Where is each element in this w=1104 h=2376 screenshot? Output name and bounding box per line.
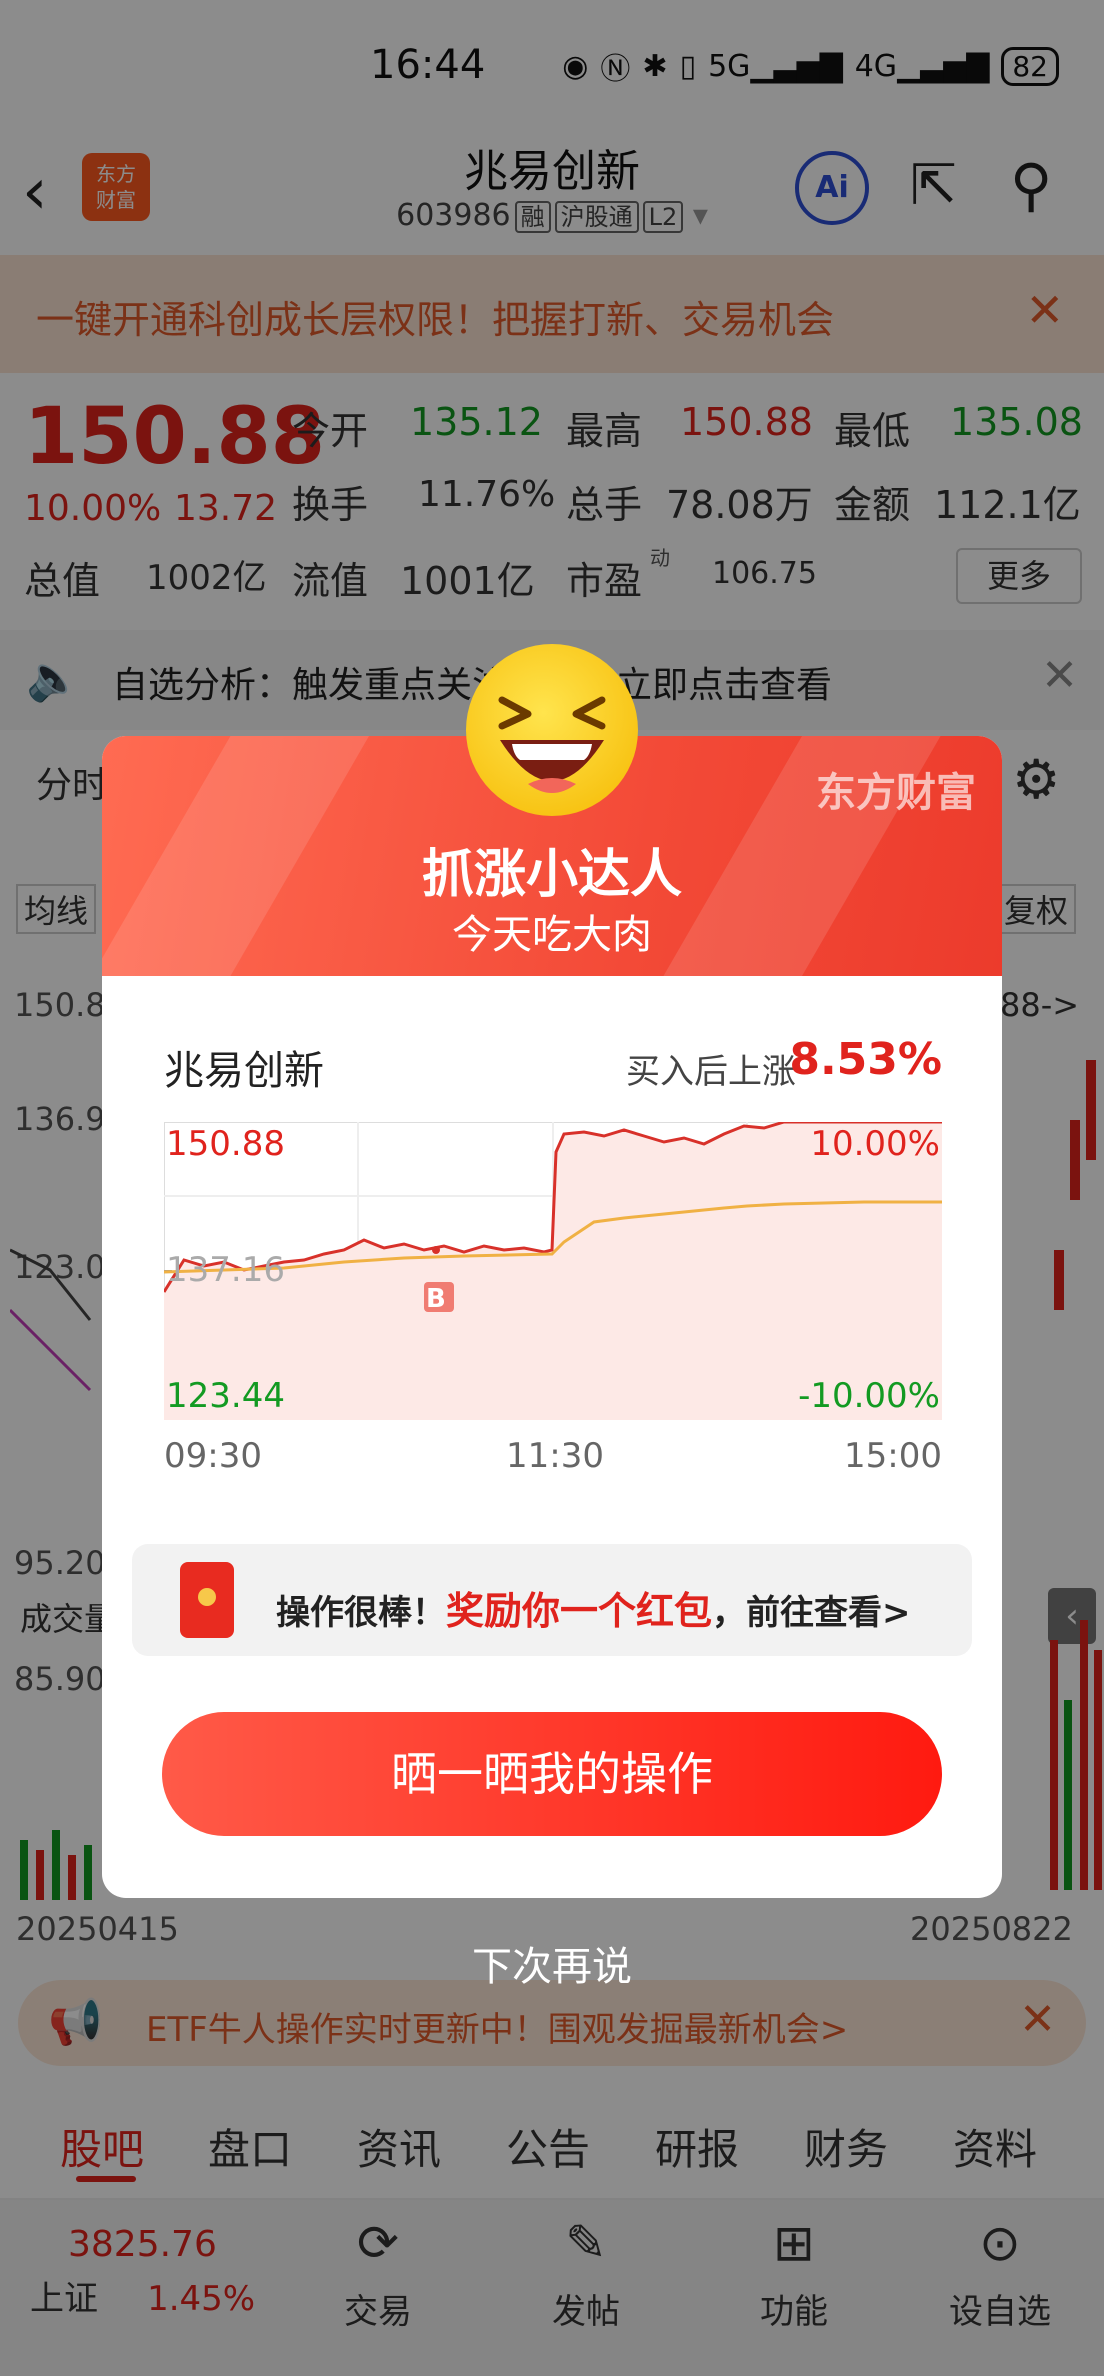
later-link[interactable]: 下次再说 — [0, 1934, 1104, 1992]
x-label-close: 15:00 — [844, 1436, 942, 1476]
chart-pct-bottom: -10.00% — [798, 1376, 940, 1416]
laughing-emoji-icon — [466, 644, 638, 816]
rise-label: 买入后上涨 — [626, 1052, 796, 1092]
chart-pct-top: 10.00% — [810, 1124, 940, 1164]
x-label-noon: 11:30 — [506, 1436, 604, 1476]
red-packet-link[interactable]: 操作很棒！奖励你一个红包，前往查看> — [132, 1544, 972, 1656]
achievement-modal: 东方财富 抓涨小达人 今天吃大肉 兆易创新 买入后上涨 8.53% B 150.… — [102, 736, 1002, 1898]
share-operation-button[interactable]: 晒一晒我的操作 — [162, 1712, 942, 1836]
rise-value: 8.53% — [789, 1034, 942, 1085]
stock-name: 兆易创新 — [164, 1048, 324, 1094]
modal-subtitle: 今天吃大肉 — [452, 912, 652, 958]
red-envelope-icon — [180, 1562, 234, 1638]
intraday-chart: B 150.88 137.16 123.44 10.00% -10.00% — [164, 1122, 942, 1420]
chart-y-bottom: 123.44 — [166, 1376, 285, 1416]
brand-watermark: 东方财富 — [816, 770, 976, 816]
x-label-open: 09:30 — [164, 1436, 262, 1476]
reward-text: 操作很棒！奖励你一个红包，前往查看> — [276, 1589, 911, 1633]
modal-title: 抓涨小达人 — [421, 845, 682, 905]
chart-y-mid: 137.16 — [166, 1250, 285, 1290]
chart-y-top: 150.88 — [166, 1124, 285, 1164]
buy-marker: B — [426, 1284, 446, 1314]
